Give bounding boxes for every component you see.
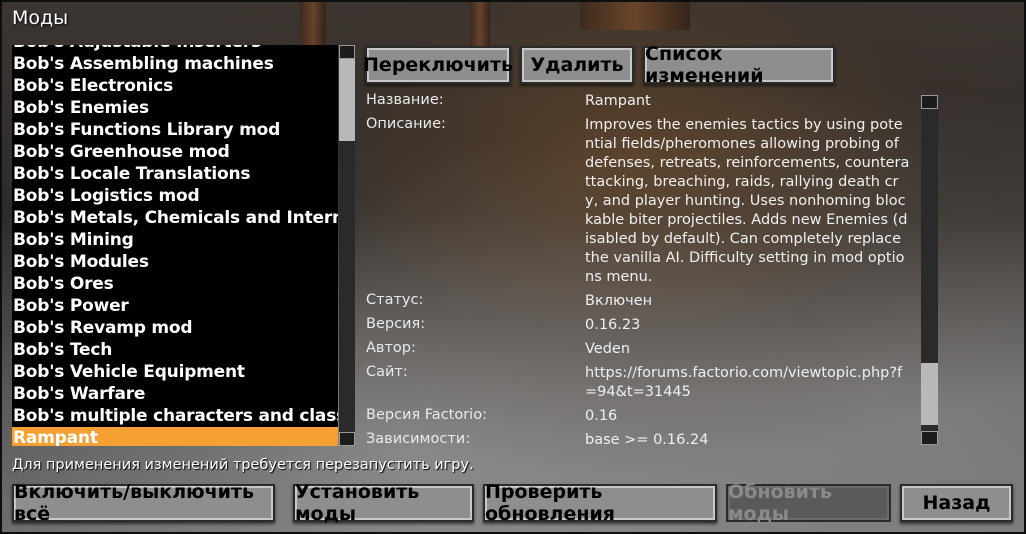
detail-label: Версия Factorio: xyxy=(366,407,487,423)
update-mods-button[interactable]: Обновить моды xyxy=(726,481,891,525)
detail-row: Зависимости: base >= 0.16.24 xyxy=(362,431,917,444)
detail-value: Включен xyxy=(585,293,653,309)
scrollbar-track[interactable] xyxy=(921,109,938,359)
detail-row: Версия: 0.16.23 xyxy=(362,316,917,335)
scrollbar-thumb[interactable] xyxy=(339,59,355,141)
mod-list-item[interactable]: Bob's Warfare xyxy=(12,383,338,405)
restart-hint: Для применения изменений требуется перез… xyxy=(12,457,474,473)
detail-value: Improves the enemies tactics by using po… xyxy=(585,117,910,285)
scroll-down-arrow-icon[interactable] xyxy=(921,431,938,445)
mod-list-item[interactable]: Bob's Metals, Chemicals and Intermediate… xyxy=(12,207,338,229)
mod-list-item[interactable]: Bob's Locale Translations xyxy=(12,163,338,185)
scroll-up-arrow-icon[interactable] xyxy=(921,95,938,109)
detail-row: Сайт: https://forums.factorio.com/viewtop… xyxy=(362,364,917,402)
detail-label: Статус: xyxy=(366,292,424,308)
scroll-up-arrow-icon[interactable] xyxy=(339,45,355,59)
mod-list-item[interactable]: Bob's Functions Library mod xyxy=(12,119,338,141)
detail-row: Автор: Veden xyxy=(362,340,917,359)
mod-list[interactable]: Bob's Adjustable InsertersBob's Assembli… xyxy=(12,45,338,446)
details-scrollbar[interactable] xyxy=(921,95,938,445)
mod-list-item[interactable]: Bob's Logistics mod xyxy=(12,185,338,207)
mod-list-item[interactable]: Bob's Revamp mod xyxy=(12,317,338,339)
toggle-all-button[interactable]: Включить/выключить всё xyxy=(12,481,275,525)
mod-list-item[interactable]: Bob's Greenhouse mod xyxy=(12,141,338,163)
detail-row: Название: Rampant xyxy=(362,92,917,111)
mod-list-item[interactable]: Bob's Mining xyxy=(12,229,338,251)
detail-value: Rampant xyxy=(585,93,651,109)
check-updates-button[interactable]: Проверить обновления xyxy=(483,481,717,525)
mod-list-item[interactable]: Bob's Tech xyxy=(12,339,338,361)
scrollbar-thumb[interactable] xyxy=(921,363,938,425)
detail-label: Автор: xyxy=(366,340,416,356)
mod-list-item[interactable]: Bob's Ores xyxy=(12,273,338,295)
window-title: Моды xyxy=(12,7,69,29)
detail-label: Зависимости: xyxy=(366,431,471,444)
mod-list-item[interactable]: Bob's Assembling machines xyxy=(12,53,338,75)
mod-list-item[interactable]: Bob's Enemies xyxy=(12,97,338,119)
mod-list-item[interactable]: Rampant xyxy=(12,427,338,446)
mod-details: Название: Rampant Описание: Improves the en… xyxy=(362,92,917,444)
mod-list-item[interactable]: Bob's Vehicle Equipment xyxy=(12,361,338,383)
toggle-button[interactable]: Переключить xyxy=(363,46,513,84)
detail-value: Veden xyxy=(585,341,631,357)
back-button[interactable]: Назад xyxy=(900,484,1013,522)
mod-list-item[interactable]: Bob's Modules xyxy=(12,251,338,273)
detail-value: 0.16.23 xyxy=(585,317,641,333)
install-mods-button[interactable]: Установить моды xyxy=(293,481,474,525)
detail-value[interactable]: https://forums.factorio.com/viewtopic.ph… xyxy=(585,364,910,402)
changelog-button[interactable]: Список изменений xyxy=(643,43,835,87)
detail-label: Описание: xyxy=(366,116,446,132)
mod-list-item[interactable]: Bob's Power xyxy=(12,295,338,317)
mod-list-scrollbar[interactable] xyxy=(339,45,355,446)
mod-list-item[interactable]: Bob's multiple characters and classes xyxy=(12,405,338,427)
detail-row: Версия Factorio: 0.16 xyxy=(362,407,917,426)
detail-label: Версия: xyxy=(366,316,426,332)
mod-list-item[interactable]: Bob's Adjustable Inserters xyxy=(12,45,338,53)
detail-row: Описание: Improves the enemies tactics by… xyxy=(362,116,917,287)
detail-label: Сайт: xyxy=(366,364,408,380)
detail-row: Статус: Включен xyxy=(362,292,917,311)
detail-value: base >= 0.16.24 xyxy=(585,432,709,444)
detail-value: 0.16 xyxy=(585,408,618,424)
mod-list-item[interactable]: Bob's Electronics xyxy=(12,75,338,97)
delete-button[interactable]: Удалить xyxy=(520,46,634,84)
detail-label: Название: xyxy=(366,92,444,108)
scroll-down-arrow-icon[interactable] xyxy=(339,432,355,446)
